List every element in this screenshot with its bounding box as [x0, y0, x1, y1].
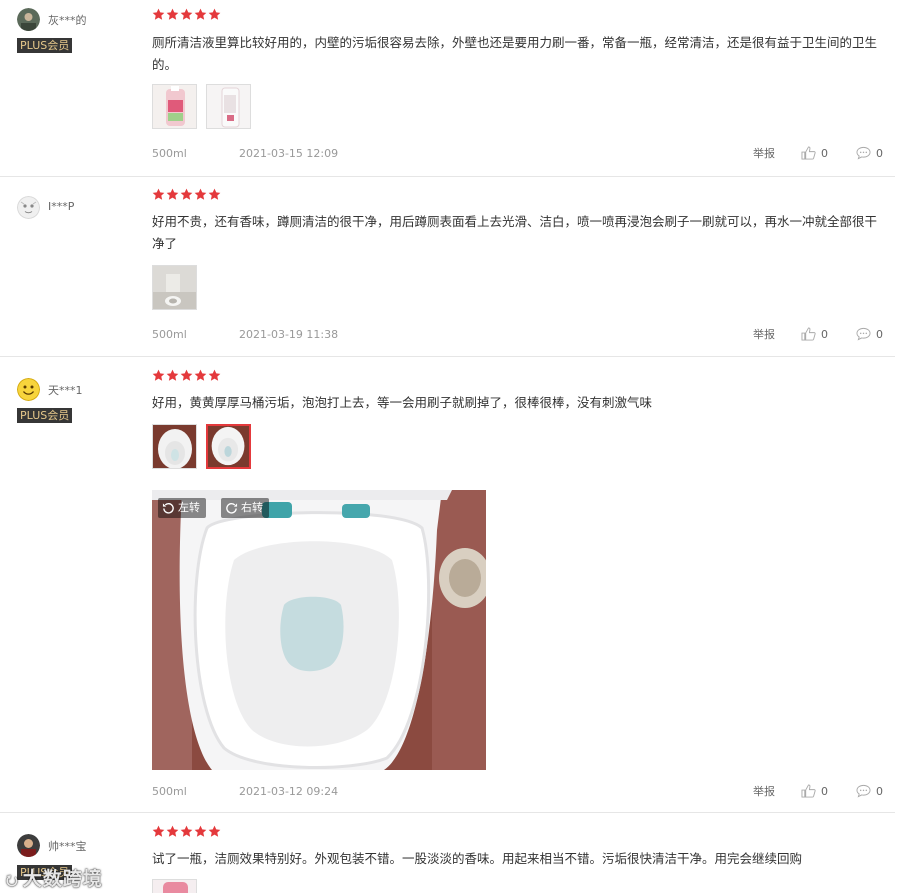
username: 天***1: [48, 384, 83, 397]
report-link[interactable]: 举报: [753, 326, 775, 342]
avatar[interactable]: [17, 378, 40, 401]
avatar[interactable]: [17, 834, 40, 857]
plus-member-badge: PLUS会员: [17, 408, 73, 423]
review-item: 灰***的 PLUS会员 厕所清洁液里算比较好用的，内壁的污垢很容易去除，外壁也…: [0, 0, 895, 177]
review-text: 试了一瓶，洁厕效果特别好。外观包装不错。一股淡淡的香味。用起来相当不错。污垢很快…: [152, 851, 803, 866]
star-icon: [180, 825, 193, 837]
username: 灰***的: [48, 14, 87, 27]
avatar[interactable]: [17, 8, 40, 31]
review-meta: 500ml 2021-03-15 12:09: [152, 147, 338, 160]
comment-button[interactable]: 0: [856, 327, 883, 341]
rotate-left-button[interactable]: 左转: [158, 498, 206, 518]
review-date: 2021-03-19 11:38: [239, 328, 339, 341]
star-icon: [166, 188, 179, 200]
rotate-right-button[interactable]: 右转: [221, 498, 269, 518]
enlarged-photo[interactable]: 左转 右转: [152, 490, 486, 770]
like-count: 0: [821, 327, 828, 341]
photo-thumbnail[interactable]: [152, 424, 197, 469]
comment-count: 0: [876, 327, 883, 341]
like-count: 0: [821, 146, 828, 160]
star-icon: [208, 188, 221, 200]
rating-stars: [152, 188, 221, 202]
watermark-text: 大数跨境: [22, 868, 103, 890]
speech-bubble-icon: [856, 784, 871, 798]
review-date: 2021-03-15 12:09: [239, 147, 339, 160]
star-icon: [180, 188, 193, 200]
star-icon: [194, 825, 207, 837]
comment-count: 0: [876, 146, 883, 160]
photo-thumbnail[interactable]: [152, 265, 197, 310]
rotate-right-label: 右转: [241, 501, 263, 514]
photo-thumbnails: [152, 265, 197, 310]
rotate-left-icon: [162, 502, 174, 514]
speech-bubble-icon: [856, 146, 871, 160]
star-icon: [194, 369, 207, 381]
review-meta: 500ml 2021-03-12 09:24: [152, 785, 338, 798]
photo-thumbnail[interactable]: [152, 84, 197, 129]
username: 帅***宝: [48, 840, 87, 853]
star-icon: [208, 8, 221, 20]
star-icon: [152, 8, 165, 20]
comment-button[interactable]: 0: [856, 784, 883, 798]
thumbs-up-icon: [801, 146, 816, 160]
rating-stars: [152, 825, 221, 839]
username: I***P: [48, 200, 75, 213]
watermark: ⭮ 大数跨境: [6, 868, 103, 890]
review-actions: 举报 0 0: [753, 145, 883, 161]
photo-thumbnails: [152, 84, 251, 129]
review-text: 厕所清洁液里算比较好用的，内壁的污垢很容易去除，外壁也还是要用力刷一番，常备一瓶…: [152, 35, 878, 72]
star-icon: [152, 825, 165, 837]
reviews-page: 灰***的 PLUS会员 厕所清洁液里算比较好用的，内壁的污垢很容易去除，外壁也…: [0, 0, 902, 893]
avatar[interactable]: [17, 196, 40, 219]
review-actions: 举报 0 0: [753, 783, 883, 799]
star-icon: [152, 369, 165, 381]
like-button[interactable]: 0: [801, 146, 856, 160]
rating-stars: [152, 8, 221, 22]
like-button[interactable]: 0: [801, 784, 856, 798]
review-item: I***P 好用不贵，还有香味，蹲厕清洁的很干净，用后蹲厕表面看上去光滑、洁白，…: [0, 177, 895, 357]
product-spec: 500ml: [152, 328, 187, 341]
comment-button[interactable]: 0: [856, 146, 883, 160]
star-icon: [166, 825, 179, 837]
thumbs-up-icon: [801, 784, 816, 798]
speech-bubble-icon: [856, 327, 871, 341]
like-button[interactable]: 0: [801, 327, 856, 341]
photo-thumbnails: [152, 879, 197, 893]
star-icon: [180, 8, 193, 20]
review-item: 天***1 PLUS会员 好用，黄黄厚厚马桶污垢，泡泡打上去，等一会用刷子就刷掉…: [0, 357, 895, 813]
report-link[interactable]: 举报: [753, 145, 775, 161]
review-item: 帅***宝 PLUS会员 试了一瓶，洁厕效果特别好。外观包装不错。一股淡淡的香味…: [0, 813, 895, 893]
star-icon: [152, 188, 165, 200]
product-spec: 500ml: [152, 785, 187, 798]
review-text: 好用，黄黄厚厚马桶污垢，泡泡打上去，等一会用刷子就刷掉了，很棒很棒，没有刺激气味: [152, 395, 653, 410]
review-meta: 500ml 2021-03-19 11:38: [152, 328, 338, 341]
report-link[interactable]: 举报: [753, 783, 775, 799]
plus-member-badge: PLUS会员: [17, 38, 73, 53]
photo-thumbnail[interactable]: [152, 879, 197, 893]
photo-thumbnails: [152, 424, 251, 469]
rating-stars: [152, 369, 221, 383]
photo-thumbnail[interactable]: [206, 84, 251, 129]
star-icon: [166, 8, 179, 20]
star-icon: [180, 369, 193, 381]
photo-thumbnail-selected[interactable]: [206, 424, 251, 469]
thumbs-up-icon: [801, 327, 816, 341]
review-text: 好用不贵，还有香味，蹲厕清洁的很干净，用后蹲厕表面看上去光滑、洁白，喷一喷再浸泡…: [152, 214, 878, 251]
review-actions: 举报 0 0: [753, 326, 883, 342]
star-icon: [194, 8, 207, 20]
review-date: 2021-03-12 09:24: [239, 785, 339, 798]
rotate-left-label: 左转: [178, 501, 200, 514]
star-icon: [166, 369, 179, 381]
comment-count: 0: [876, 784, 883, 798]
star-icon: [208, 369, 221, 381]
star-icon: [194, 188, 207, 200]
product-spec: 500ml: [152, 147, 187, 160]
like-count: 0: [821, 784, 828, 798]
rotate-right-icon: [226, 502, 238, 514]
star-icon: [208, 825, 221, 837]
